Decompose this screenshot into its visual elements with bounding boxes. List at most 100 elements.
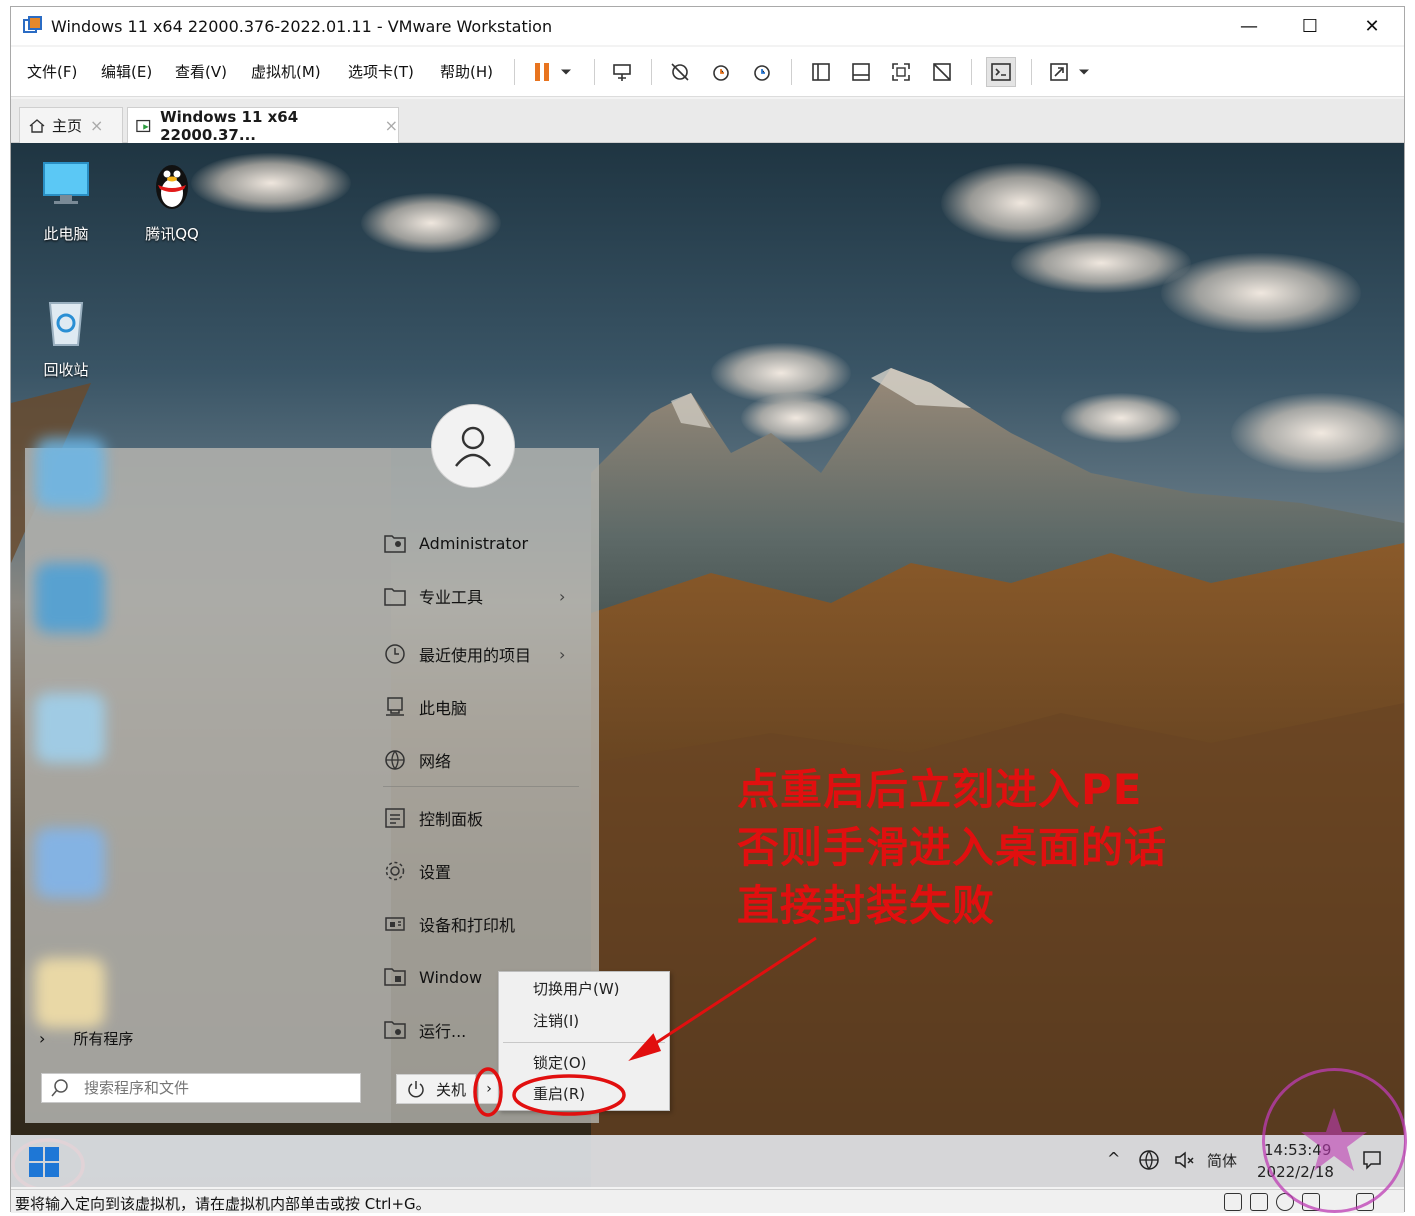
menu-item-sign-out[interactable]: 注销(I)	[533, 1010, 579, 1031]
stretch-dropdown-icon[interactable]	[1074, 57, 1094, 87]
annotation-text: 点重启后立刻进入PE 否则手滑进入桌面的话 直接封装失败	[737, 761, 1167, 935]
chevron-up-icon[interactable]: ^	[1107, 1149, 1120, 1168]
menu-help[interactable]: 帮助(H)	[440, 61, 493, 82]
console-view-icon[interactable]	[986, 57, 1016, 87]
start-search-input[interactable]	[84, 1079, 344, 1097]
tab-home[interactable]: 主页 ×	[19, 107, 123, 143]
start-item-control-panel[interactable]: 控制面板	[383, 798, 583, 838]
menu-tabs[interactable]: 选项卡(T)	[348, 61, 414, 82]
user-icon	[455, 426, 491, 467]
toolbar-separator	[514, 59, 515, 85]
control-panel-icon	[383, 806, 407, 830]
volume-muted-icon[interactable]	[1173, 1149, 1195, 1176]
annotation-line: 直接封装失败	[737, 881, 996, 930]
toolbar-separator	[594, 59, 595, 85]
desktop-icon-recycle-bin[interactable]: 回收站	[23, 293, 109, 380]
start-item-pro-tools[interactable]: 专业工具 ›	[383, 576, 583, 616]
menu-edit[interactable]: 编辑(E)	[101, 61, 152, 82]
menu-item-restart[interactable]: 重启(R)	[533, 1083, 585, 1104]
computer-icon	[43, 162, 89, 204]
chevron-right-icon: ›	[39, 1029, 46, 1048]
send-ctrl-alt-del-icon[interactable]	[607, 57, 637, 87]
toolbar-separator	[651, 59, 652, 85]
start-item-label: 最近使用的项目	[419, 646, 532, 665]
tab-vm-label: Windows 11 x64 22000.37...	[160, 107, 299, 144]
minimize-button[interactable]: —	[1219, 7, 1279, 45]
start-item-devices-printers[interactable]: 设备和打印机	[383, 904, 583, 944]
pause-dropdown-icon[interactable]	[556, 57, 576, 87]
user-avatar[interactable]	[431, 404, 515, 488]
user-folder-icon	[383, 531, 407, 555]
start-item-label: Window	[419, 967, 483, 987]
snapshot-revert-icon[interactable]	[706, 57, 736, 87]
menu-item-lock[interactable]: 锁定(O)	[533, 1052, 587, 1073]
desktop-icon-qq[interactable]: 腾讯QQ	[129, 157, 215, 244]
ime-indicator[interactable]: 简体	[1207, 1150, 1237, 1171]
qq-penguin-icon	[156, 165, 188, 209]
tab-vm[interactable]: Windows 11 x64 22000.37... ×	[127, 107, 399, 144]
network-disconnect-icon[interactable]	[665, 57, 695, 87]
chevron-right-icon: ›	[559, 644, 566, 664]
start-item-recent[interactable]: 最近使用的项目 ›	[383, 634, 583, 674]
toolbar-separator	[971, 59, 972, 85]
shutdown-label: 关机	[435, 1080, 466, 1099]
power-icon	[408, 1081, 424, 1098]
tab-home-close-icon[interactable]: ×	[90, 116, 103, 135]
start-item-label: 设置	[419, 863, 452, 882]
menu-vm[interactable]: 虚拟机(M)	[251, 61, 321, 82]
menu-item-switch-user[interactable]: 切换用户(W)	[533, 978, 620, 999]
start-item-label: 网络	[419, 752, 452, 771]
fullscreen-icon[interactable]	[886, 57, 916, 87]
title-bar: Windows 11 x64 22000.376-2022.01.11 - VM…	[11, 7, 1404, 45]
run-icon	[383, 1018, 407, 1042]
all-programs-label: 所有程序	[73, 1030, 134, 1048]
snapshot-manager-icon[interactable]	[747, 57, 777, 87]
pause-icon[interactable]	[527, 57, 557, 87]
blurred-app-icon	[35, 438, 105, 508]
network-globe-icon[interactable]	[1138, 1149, 1160, 1176]
all-programs-button[interactable]: › 所有程序	[39, 1028, 133, 1049]
tab-vm-close-icon[interactable]: ×	[385, 116, 398, 135]
home-icon	[29, 118, 45, 133]
start-item-administrator[interactable]: Administrator	[383, 523, 583, 563]
start-item-settings[interactable]: 设置	[383, 851, 583, 891]
network-icon	[383, 748, 407, 772]
start-menu-divider	[383, 786, 579, 787]
menu-separator	[503, 1042, 665, 1043]
start-item-network[interactable]: 网络	[383, 740, 583, 780]
start-item-label: 设备和打印机	[419, 916, 516, 935]
start-item-label: 此电脑	[419, 699, 468, 718]
vmware-window: Windows 11 x64 22000.376-2022.01.11 - VM…	[10, 6, 1405, 1213]
start-item-label: 控制面板	[419, 810, 484, 829]
blurred-app-icon	[35, 958, 105, 1028]
gear-icon	[383, 859, 407, 883]
tab-bar: 主页 × Windows 11 x64 22000.37... ×	[11, 99, 1404, 144]
menu-file[interactable]: 文件(F)	[27, 61, 77, 82]
blurred-app-icon	[35, 693, 105, 763]
computer-icon	[383, 695, 407, 719]
vm-screen[interactable]: 此电脑 腾讯QQ 回收站 Administrator 专业工具 › 最近使用的项…	[11, 143, 1404, 1187]
windows-logo-tile	[29, 1163, 43, 1177]
menu-bar: 文件(F) 编辑(E) 查看(V) 虚拟机(M) 选项卡(T) 帮助(H)	[11, 47, 1404, 97]
star-icon	[1301, 1108, 1367, 1171]
desktop-icon-this-pc[interactable]: 此电脑	[23, 157, 109, 244]
stretch-guest-icon[interactable]	[1044, 57, 1074, 87]
close-button[interactable]: ✕	[1342, 7, 1402, 45]
shutdown-options-button[interactable]: ›	[478, 1074, 500, 1104]
unity-mode-icon[interactable]	[927, 57, 957, 87]
windows-tools-icon	[383, 965, 407, 989]
windows-start-button[interactable]	[29, 1147, 59, 1177]
start-item-this-pc[interactable]: 此电脑	[383, 687, 583, 727]
blurred-app-icon	[35, 828, 105, 898]
menu-view[interactable]: 查看(V)	[175, 61, 227, 82]
sidebar-view-icon[interactable]	[806, 57, 836, 87]
start-search-box[interactable]	[41, 1073, 361, 1103]
windows-logo-tile	[45, 1147, 59, 1161]
hard-disk-icon[interactable]	[1224, 1193, 1242, 1211]
tab-home-label: 主页	[52, 117, 83, 135]
maximize-button[interactable]: ☐	[1280, 7, 1340, 45]
thumbnail-view-icon[interactable]	[846, 57, 876, 87]
shutdown-button[interactable]: 关机	[396, 1074, 476, 1104]
start-item-label: 运行...	[419, 1022, 467, 1041]
taskbar: ^ 简体 14:53:49 2022/2/18	[11, 1135, 1404, 1187]
